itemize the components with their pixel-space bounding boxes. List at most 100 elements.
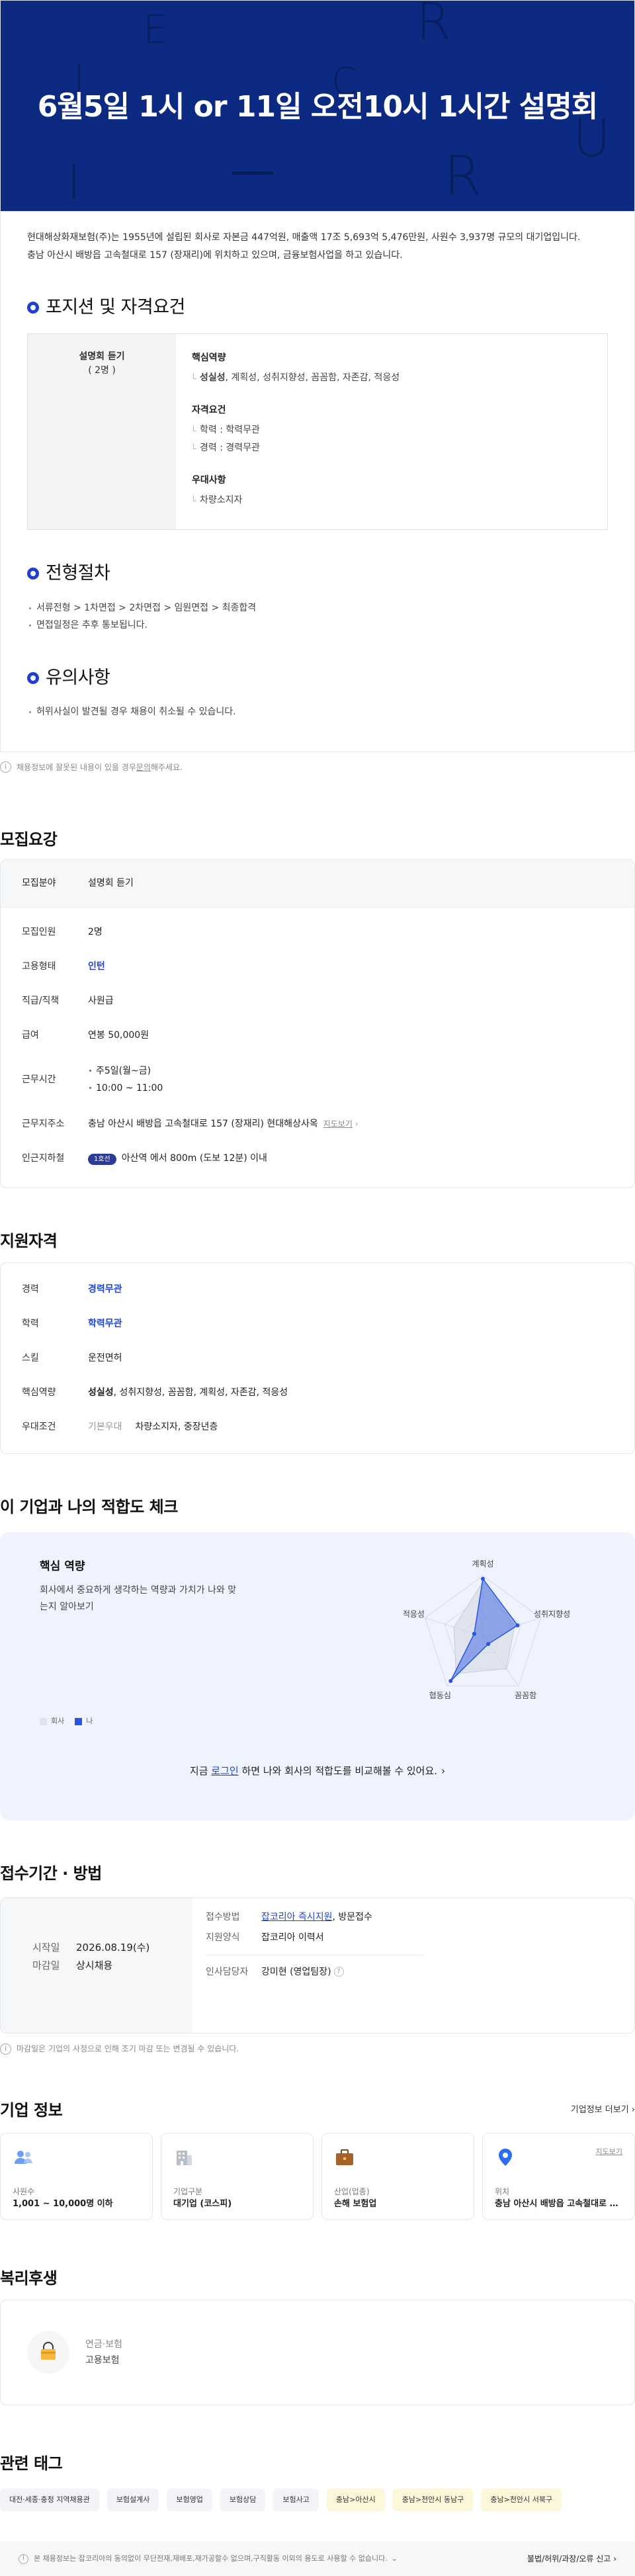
radar-my-point [515,1623,520,1627]
apply-period: 시작일 2026.08.19(수) 마감일 상시채용 [1,1898,192,2034]
chevron-down-icon[interactable]: ⌄ [392,2554,398,2565]
map-link[interactable]: 지도보기 [596,2147,622,2158]
position-name: 설명회 듣기 [79,351,125,362]
location-pin-icon [499,2149,512,2167]
tag-chip[interactable]: 충남>천안시 서북구 [481,2489,562,2512]
hr-label: 인사담당자 [206,1966,249,1977]
section-heading: 지원자격 [0,1232,58,1251]
hero-banner: E R I C U I R 6월5일 1시 or 11일 오전10시 1시간 설… [0,0,635,212]
core-competency-rest: , 성취지향성, 꼼꼼함, 계획성, 자존감, 적응성 [113,1387,288,1398]
apply-section: 접수기간 · 방법 시작일 2026.08.19(수) 마감일 상시채용 접수방법잡… [0,1862,635,2055]
company-more-link[interactable]: 기업정보 더보기 › [571,2104,635,2117]
chevron-right-icon: › [355,1119,359,1129]
section-heading: 접수기간 · 방법 [0,1864,102,1883]
card-label: 기업구분 [173,2187,203,2197]
row-key: 모집인원 [22,927,56,938]
welfare-card: 연금·보험 고용보험 [0,2299,635,2406]
cta-text: 지금 [189,1765,212,1778]
tag-chip[interactable]: 보험영업 [167,2489,212,2512]
radar-my-point [472,1631,476,1636]
tag-chip[interactable]: 보험상담 [220,2489,266,2512]
form-value: 잡코리아 이력서 [261,1932,324,1944]
rank-row: 직급/직책 사원급 [1,984,634,1019]
section-title-text: 전형절차 [46,563,110,584]
radar-axis-label: 성취지향성 [534,1610,570,1619]
work-hours-row: 근무시간 주5일(월~금) 10:00 ~ 11:00 [1,1053,634,1107]
hero-deco-letter: E [143,7,168,53]
company-intro: 현대해상화재보험(주)는 1955년에 설립된 회사로 자본금 447억원, 매… [27,229,608,264]
hero-title: 6월5일 1시 or 11일 오전10시 1시간 설명회 [37,90,599,124]
chevron-right-icon[interactable]: › [441,1765,445,1777]
job-detail: 현대해상화재보험(주)는 1955년에 설립된 회사로 자본금 447억원, 매… [0,212,635,752]
requirement-item-text: 경력 : 경력무관 [200,442,260,453]
requirement-item-bold: 성실성 [200,372,226,383]
fit-subtitle: 핵심 역량 [40,1560,85,1574]
requirement-item-text: , 계획성, 성취지향성, 꼼꼼함, 자존감, 적응성 [225,372,400,383]
row-value: 성실성, 성취지향성, 꼼꼼함, 계획성, 자존감, 적응성 [88,1386,613,1400]
info-icon: i [0,761,11,773]
subway-row: 인근지하철 1호선 아산역 에서 800m (도보 12분) 이내 [1,1141,634,1176]
login-link[interactable]: 로그인 [211,1765,238,1777]
welfare-section: 복리후생 연금·보험 고용보험 [0,2266,635,2406]
card-label: 산업(업종) [334,2187,370,2197]
fit-description: 회사에서 중요하게 생각하는 역량과 가치가 나와 맞는지 알아보기 [40,1585,237,1612]
tag-chip[interactable]: 보험사고 [273,2489,319,2512]
instant-apply-link[interactable]: 잡코리아 즉시지원 [261,1912,333,1922]
radar-my-point [486,1642,491,1647]
qualification-section: 지원자격 경력 경력무관 학력 학력무관 스킬 운전면허 핵심역량 성실성, 성취지향성… [0,1229,635,1455]
copyright-notice: 본 채용정보는 잡코리아의 동의없이 무단전재,재배포,재가공할수 없으며,구직… [34,2554,388,2563]
method-label: 접수방법 [206,1912,240,1923]
core-competency-row: 핵심역량 성실성, 성취지향성, 꼼꼼함, 계획성, 자존감, 적응성 [1,1375,634,1410]
process-step: 서류전형 > 1차면접 > 2차면접 > 임원면접 > 최종합격 [27,599,608,617]
briefcase-icon [336,2149,353,2166]
preference-row: 우대조건 기본우대 차량소지자, 중장년층 [1,1410,634,1444]
tag-chip[interactable]: 충남>아산시 [326,2489,385,2512]
row-value: 1호선 아산역 에서 800m (도보 12분) 이내 [88,1152,613,1166]
row-value: 기본우대 차량소지자, 중장년층 [88,1420,613,1434]
apply-card: 시작일 2026.08.19(수) 마감일 상시채용 접수방법 잡코리아 즉시지원, … [0,1897,635,2034]
intro-line: 현대해상화재보험(주)는 1955년에 설립된 회사로 자본금 447억원, 매… [27,232,581,243]
position-table: 설명회 듣기 ( 2명 ) 핵심역량 성실성, 계획성, 성취지향성, 꼼꼼함,… [27,333,608,531]
report-text: 채용정보에 잘못된 내용이 있을 경우 [17,762,136,772]
row-key: 급여 [22,1030,39,1041]
core-competency-bold: 성실성 [88,1387,114,1398]
help-icon[interactable]: ? [333,1967,344,1977]
report-inquiry-link[interactable]: 문의 [136,761,151,773]
legend-label-me: 나 [86,1717,93,1726]
radar-axis-label: 꼼꼼함 [515,1691,536,1700]
row-key: 고용형태 [22,961,56,972]
row-value: 충남 아산시 배방읍 고속철대로 157 (장재리) 현대해상사옥 지도보기 › [88,1117,613,1131]
education-row: 학력 학력무관 [1,1307,634,1341]
radar-axis-label: 계획성 [472,1559,493,1568]
requirement-group-title: 핵심역량 [192,352,226,363]
recruit-section: 모집요강 모집분야 설명회 듣기 모집인원 2명 고용형태 인턴 직급/직책 사원급 … [0,828,635,1189]
hero-deco-bar [232,171,273,175]
start-date: 2026.08.19(수) [76,1942,150,1954]
tag-chip[interactable]: 충남>천안시 동남구 [392,2489,474,2512]
report-label: 불법/허위/과장/오류 신고 [527,2554,611,2564]
legend-swatch-me [75,1717,83,1725]
work-days: 주5일(월~금) [88,1062,613,1080]
report-notice: i 채용정보에 잘못된 내용이 있을 경우 문의 해주세요. [0,752,635,773]
cta-text: 하면 나와 회사의 적합도를 비교해볼 수 있어요. [238,1765,438,1778]
process-section-title: 전형절차 [27,560,608,587]
pension-box-icon [41,2342,56,2360]
tag-chip[interactable]: 대전·세종·충청 지역채용관 [0,2489,99,2512]
caution-item: 허위사실이 발견될 경우 채용이 취소될 수 있습니다. [27,703,608,721]
subway-line-badge: 1호선 [88,1153,116,1165]
card-value: 1,001 ~ 10,000명 이하 [13,2199,113,2210]
card-label: 위치 [495,2187,510,2197]
radar-my-point [448,1679,453,1684]
position-section-title: 포지션 및 자격요건 [27,294,608,322]
requirement-item: 학력 : 학력무관 [192,421,591,439]
requirement-group: 우대사항 차량소지자 [192,474,591,509]
map-link[interactable]: 지도보기 [323,1119,353,1129]
row-value: 인턴 [88,961,105,972]
report-error-link[interactable]: 불법/허위/과장/오류 신고 › [527,2553,616,2565]
section-title-text: 포지션 및 자격요건 [46,297,185,318]
position-count: ( 2명 ) [88,365,116,376]
tag-chip[interactable]: 보험설계사 [106,2489,159,2512]
company-info-card: 지도보기 위치 충남 아산시 배방읍 고속철대로 157 (장재리) [482,2133,635,2221]
position-requirements: 핵심역량 성실성, 계획성, 성취지향성, 꼼꼼함, 자존감, 적응성 자격요건… [176,334,607,529]
info-icon: i [0,2043,11,2055]
